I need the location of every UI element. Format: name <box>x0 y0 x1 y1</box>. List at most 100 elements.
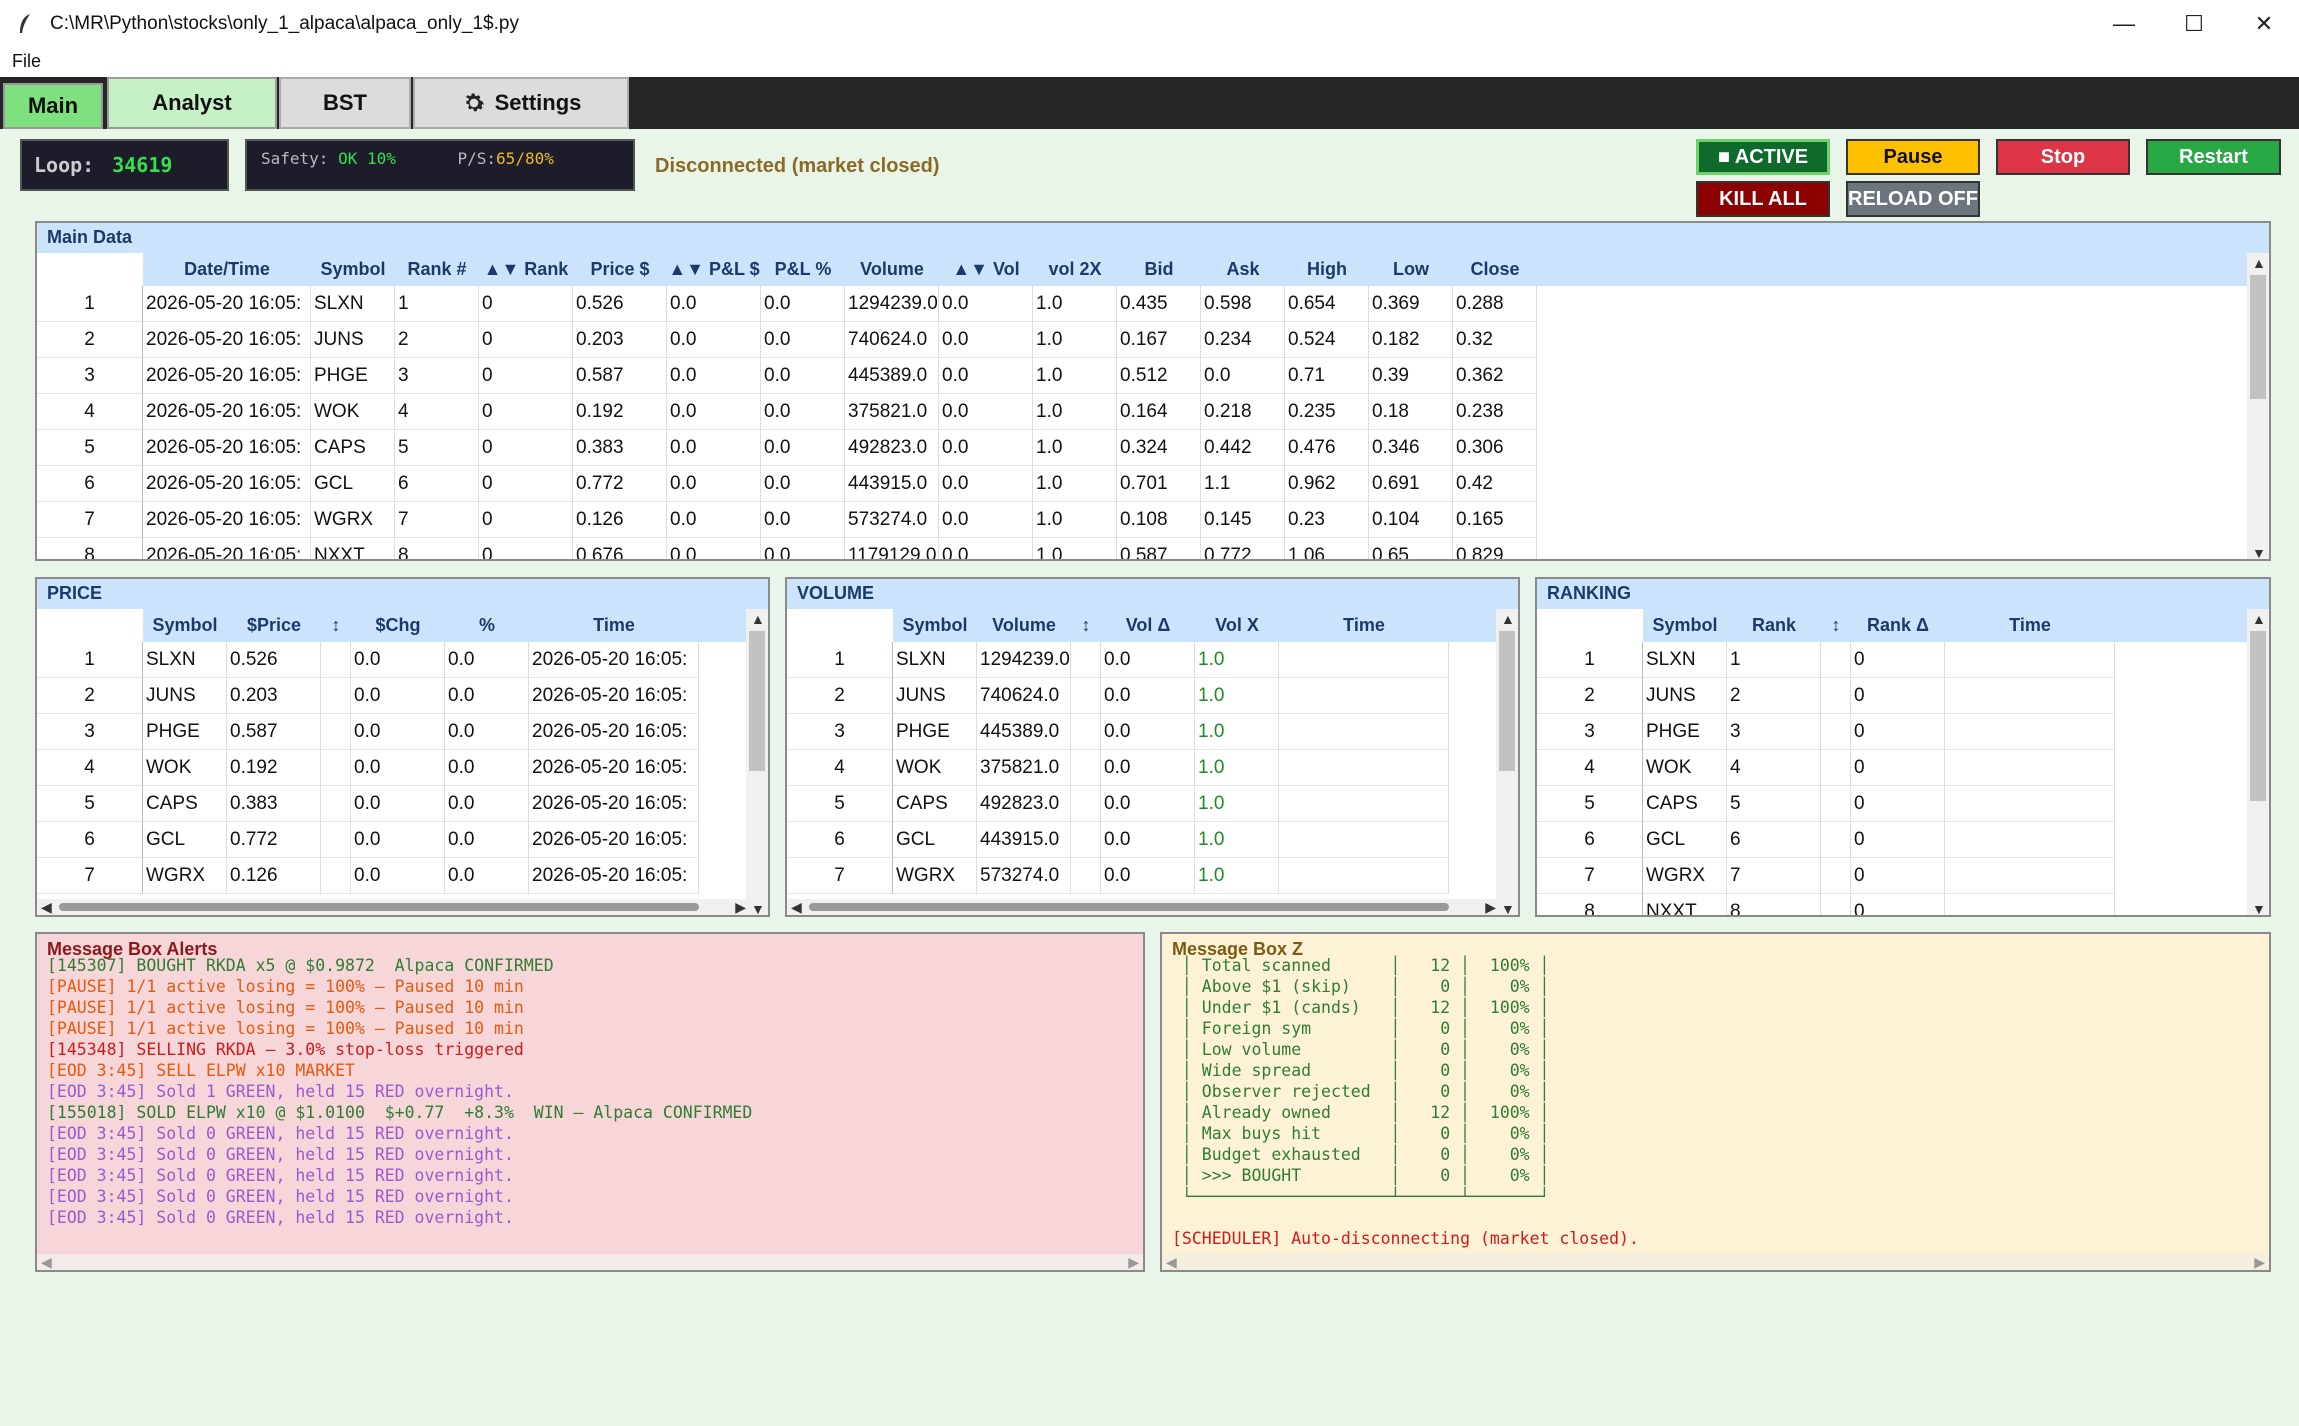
price-column-header[interactable]: Time <box>529 609 699 642</box>
main-data-vscrollbar[interactable]: ▲ ▼ <box>2247 253 2269 559</box>
price-table-row[interactable]: 7 WGRX 0.126 0.0 0.0 2026-05-20 16:05: <box>37 858 699 894</box>
scroll-right-arrow[interactable]: ▶ <box>1128 1254 1139 1270</box>
scroll-right-arrow[interactable]: ▶ <box>735 899 746 915</box>
main-column-header[interactable]: Bid <box>1117 253 1201 286</box>
main-column-header[interactable]: Rank # <box>395 253 479 286</box>
ranking-vscrollbar[interactable]: ▲ ▼ <box>2247 609 2269 915</box>
active-button[interactable]: ■ ACTIVE <box>1696 139 1830 175</box>
scroll-left-arrow[interactable]: ◀ <box>1166 1254 1177 1270</box>
alerts-hscrollbar[interactable]: ◀ ▶ <box>37 1254 1143 1270</box>
restart-button[interactable]: Restart <box>2146 139 2281 175</box>
scroll-right-arrow[interactable]: ▶ <box>1485 899 1496 915</box>
volume-column-header[interactable]: ↕ <box>1071 609 1101 642</box>
scroll-up-arrow[interactable]: ▲ <box>2252 611 2266 627</box>
ranking-table-row[interactable]: 8 NXXT 8 0 <box>1537 894 2115 915</box>
main-column-header[interactable]: vol 2X <box>1033 253 1117 286</box>
volume-column-header[interactable]: Vol X <box>1195 609 1279 642</box>
price-column-header[interactable]: % <box>445 609 529 642</box>
price-vscrollbar[interactable]: ▲ ▼ <box>746 609 768 915</box>
volume-column-header[interactable]: Volume <box>977 609 1071 642</box>
volume-table-row[interactable]: 2 JUNS 740624.0 0.0 1.0 <box>787 678 1449 714</box>
price-table-row[interactable]: 3 PHGE 0.587 0.0 0.0 2026-05-20 16:05: <box>37 714 699 750</box>
price-hscrollbar[interactable]: ◀ ▶ <box>37 899 750 915</box>
scroll-left-arrow[interactable]: ◀ <box>41 899 52 915</box>
volume-table-row[interactable]: 6 GCL 443915.0 0.0 1.0 <box>787 822 1449 858</box>
ranking-column-header[interactable]: Symbol <box>1643 609 1727 642</box>
scroll-down-arrow[interactable]: ▼ <box>2252 901 2266 915</box>
price-column-header[interactable]: $Chg <box>351 609 445 642</box>
price-table-row[interactable]: 4 WOK 0.192 0.0 0.0 2026-05-20 16:05: <box>37 750 699 786</box>
pause-button[interactable]: Pause <box>1846 139 1980 175</box>
price-table-row[interactable]: 1 SLXN 0.526 0.0 0.0 2026-05-20 16:05: <box>37 642 699 678</box>
close-button[interactable]: ✕ <box>2229 0 2299 47</box>
volume-column-header[interactable]: Symbol <box>893 609 977 642</box>
main-column-header[interactable]: Volume <box>845 253 939 286</box>
ranking-table-row[interactable]: 6 GCL 6 0 <box>1537 822 2115 858</box>
price-table-row[interactable]: 2 JUNS 0.203 0.0 0.0 2026-05-20 16:05: <box>37 678 699 714</box>
maximize-button[interactable]: ☐ <box>2159 0 2229 47</box>
price-column-header[interactable]: Symbol <box>143 609 227 642</box>
price-table-row[interactable]: 6 GCL 0.772 0.0 0.0 2026-05-20 16:05: <box>37 822 699 858</box>
tab-analyst[interactable]: Analyst <box>107 77 277 129</box>
ranking-column-header[interactable]: Rank Δ <box>1851 609 1945 642</box>
main-table-row[interactable]: 6 2026-05-20 16:05: GCL 6 0 0.772 0.0 0.0 443915… <box>37 466 1537 502</box>
volume-column-header[interactable]: Vol Δ <box>1101 609 1195 642</box>
volume-hscrollbar[interactable]: ◀ ▶ <box>787 899 1500 915</box>
kill-all-button[interactable]: KILL ALL <box>1696 181 1830 217</box>
tab-settings[interactable]: Settings <box>413 77 629 129</box>
price-column-header[interactable]: $Price <box>227 609 321 642</box>
main-column-header[interactable]: Low <box>1369 253 1453 286</box>
volume-table-row[interactable]: 5 CAPS 492823.0 0.0 1.0 <box>787 786 1449 822</box>
main-column-header[interactable]: Ask <box>1201 253 1285 286</box>
price-column-header[interactable] <box>37 609 143 642</box>
main-table-row[interactable]: 2 2026-05-20 16:05: JUNS 2 0 0.203 0.0 0.0 74062… <box>37 322 1537 358</box>
ranking-table-row[interactable]: 5 CAPS 5 0 <box>1537 786 2115 822</box>
scroll-down-arrow[interactable]: ▼ <box>1501 901 1515 915</box>
scroll-left-arrow[interactable]: ◀ <box>41 1254 52 1270</box>
main-column-header[interactable]: ▲▼ Vol <box>939 253 1033 286</box>
ranking-column-header[interactable]: ↕ <box>1821 609 1851 642</box>
ranking-column-header[interactable]: Time <box>1945 609 2115 642</box>
main-column-header[interactable] <box>37 253 143 286</box>
ranking-column-header[interactable]: Rank <box>1727 609 1821 642</box>
scroll-down-arrow[interactable]: ▼ <box>2252 545 2266 559</box>
scroll-up-arrow[interactable]: ▲ <box>2252 255 2266 271</box>
msgz-hscrollbar[interactable]: ◀ ▶ <box>1162 1254 2269 1270</box>
ranking-table-row[interactable]: 1 SLXN 1 0 <box>1537 642 2115 678</box>
volume-vscrollbar[interactable]: ▲ ▼ <box>1496 609 1518 915</box>
main-column-header[interactable]: ▲▼ Rank <box>479 253 573 286</box>
ranking-table-row[interactable]: 4 WOK 4 0 <box>1537 750 2115 786</box>
tab-bst[interactable]: BST <box>279 77 411 129</box>
menu-file[interactable]: File <box>12 51 41 72</box>
scroll-up-arrow[interactable]: ▲ <box>751 611 765 627</box>
tab-main[interactable]: Main <box>3 83 103 129</box>
minimize-button[interactable]: — <box>2089 0 2159 47</box>
ranking-table-row[interactable]: 2 JUNS 2 0 <box>1537 678 2115 714</box>
ranking-column-header[interactable] <box>1537 609 1643 642</box>
price-table-row[interactable]: 5 CAPS 0.383 0.0 0.0 2026-05-20 16:05: <box>37 786 699 822</box>
scroll-up-arrow[interactable]: ▲ <box>1501 611 1515 627</box>
main-table-row[interactable]: 4 2026-05-20 16:05: WOK 4 0 0.192 0.0 0.0 375821… <box>37 394 1537 430</box>
stop-button[interactable]: Stop <box>1996 139 2130 175</box>
price-column-header[interactable]: ↕ <box>321 609 351 642</box>
scroll-right-arrow[interactable]: ▶ <box>2254 1254 2265 1270</box>
main-table-row[interactable]: 1 2026-05-20 16:05: SLXN 1 0 0.526 0.0 0.0 12942… <box>37 286 1537 322</box>
main-column-header[interactable]: ▲▼ P&L $ <box>667 253 761 286</box>
main-column-header[interactable]: Close <box>1453 253 1537 286</box>
scroll-left-arrow[interactable]: ◀ <box>791 899 802 915</box>
main-column-header[interactable]: Symbol <box>311 253 395 286</box>
main-column-header[interactable]: Price $ <box>573 253 667 286</box>
volume-table-row[interactable]: 7 WGRX 573274.0 0.0 1.0 <box>787 858 1449 894</box>
volume-column-header[interactable] <box>787 609 893 642</box>
main-table-row[interactable]: 8 2026-05-20 16:05: NXXT 8 0 0.676 0.0 0.0 11791… <box>37 538 1537 559</box>
main-table-row[interactable]: 3 2026-05-20 16:05: PHGE 3 0 0.587 0.0 0.0 44538… <box>37 358 1537 394</box>
main-column-header[interactable]: P&L % <box>761 253 845 286</box>
ranking-table-row[interactable]: 7 WGRX 7 0 <box>1537 858 2115 894</box>
volume-table-row[interactable]: 1 SLXN 1294239.0 0.0 1.0 <box>787 642 1449 678</box>
scroll-down-arrow[interactable]: ▼ <box>751 901 765 915</box>
volume-column-header[interactable]: Time <box>1279 609 1449 642</box>
reload-button[interactable]: RELOAD OFF <box>1846 181 1980 217</box>
ranking-table-row[interactable]: 3 PHGE 3 0 <box>1537 714 2115 750</box>
main-column-header[interactable]: High <box>1285 253 1369 286</box>
volume-table-row[interactable]: 4 WOK 375821.0 0.0 1.0 <box>787 750 1449 786</box>
